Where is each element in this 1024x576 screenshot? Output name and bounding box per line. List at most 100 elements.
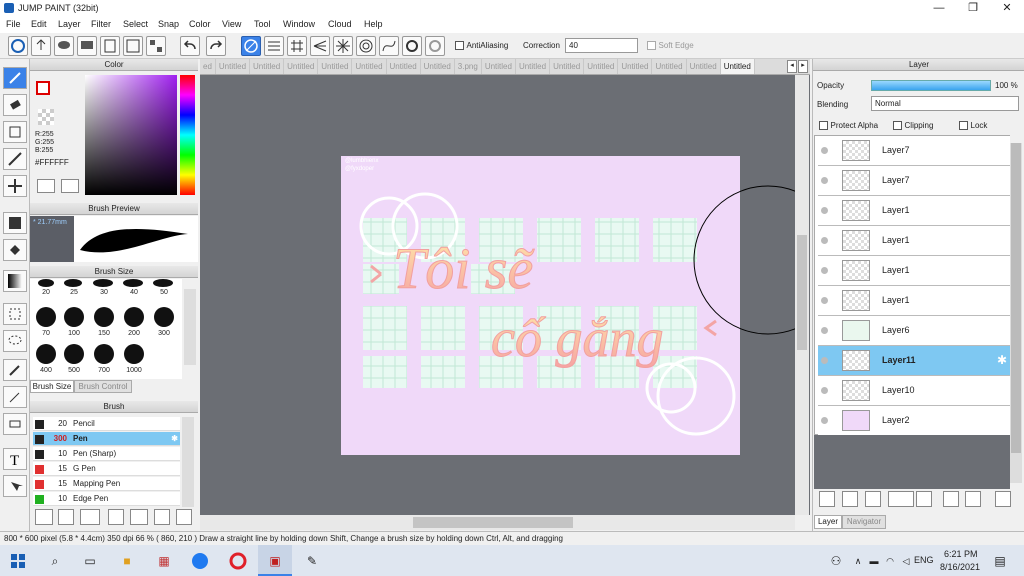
layer-row-selected[interactable]: Layer11 ✱ [818, 346, 1010, 376]
layer-row[interactable]: Layer1 [818, 286, 1010, 316]
layer-visibility-icon[interactable] [821, 297, 828, 304]
tab-document[interactable]: Untitled [482, 59, 516, 74]
tab-document-active[interactable]: Untitled [720, 59, 755, 74]
palette-icon[interactable] [37, 179, 55, 193]
lock-option[interactable]: Lock [959, 120, 987, 131]
select-eraser-tool-icon[interactable] [3, 413, 27, 435]
layer-visibility-icon[interactable] [821, 207, 828, 214]
menu-view[interactable]: View [222, 19, 241, 29]
tab-navigator[interactable]: Navigator [842, 515, 886, 529]
size-dot[interactable] [64, 279, 82, 287]
chat-icon[interactable] [54, 36, 74, 56]
tab-document[interactable]: 3.png [455, 59, 482, 74]
duplicate-layer-icon[interactable] [943, 491, 959, 507]
correction-select[interactable]: 40 [565, 38, 638, 53]
volume-icon[interactable]: ◁ [896, 551, 916, 571]
tab-scroll-right-icon[interactable]: ▸ [798, 60, 808, 73]
snap-curve-icon[interactable] [379, 36, 399, 56]
tab-document[interactable]: Untitled [687, 59, 721, 74]
size-dot[interactable] [94, 307, 114, 327]
antialias-option[interactable]: AntiAliasing [455, 40, 508, 51]
new-canvas-icon[interactable] [8, 36, 28, 56]
tab-document[interactable]: Untitled [618, 59, 653, 74]
clock-date[interactable]: 8/16/2021 [940, 562, 980, 572]
file-explorer-icon[interactable]: ■ [117, 551, 137, 571]
layer-visibility-icon[interactable] [821, 417, 828, 424]
snap-perspective-icon[interactable] [310, 36, 330, 56]
zalo-icon[interactable] [190, 551, 210, 571]
tab-document[interactable]: Untitled [387, 59, 421, 74]
undo-icon[interactable] [180, 36, 200, 56]
blending-select[interactable]: Normal [871, 96, 1019, 111]
tab-document[interactable]: Untitled [516, 59, 551, 74]
drawing-canvas[interactable]: Tôi sẽ cố gắng @lumbhienx @fyxdoper [341, 156, 740, 455]
minimize-button[interactable]: — [922, 0, 956, 17]
tab-brush-control[interactable]: Brush Control [74, 380, 132, 393]
text-tool-icon[interactable]: T [3, 448, 27, 470]
fill-rect-tool-icon[interactable] [3, 212, 27, 234]
menu-edit[interactable]: Edit [31, 19, 47, 29]
size-dot[interactable] [38, 279, 54, 287]
maximize-button[interactable]: ❐ [956, 0, 990, 17]
size-dot[interactable] [93, 279, 113, 287]
size-dot[interactable] [124, 307, 144, 327]
new-layer-8bit-icon[interactable] [842, 491, 858, 507]
menu-select[interactable]: Select [123, 19, 148, 29]
color-picker-icon[interactable] [61, 179, 79, 193]
task-view-icon[interactable]: ▭ [80, 551, 100, 571]
brush-size-scrollbar[interactable] [184, 289, 196, 365]
brush-item-pencil[interactable]: 20 Pencil [33, 417, 180, 431]
tab-document[interactable]: Untitled [284, 59, 319, 74]
close-button[interactable]: ✕ [990, 0, 1024, 17]
layer-row[interactable]: Layer7 [818, 166, 1010, 196]
brush-item-mapping-pen[interactable]: 15 Mapping Pen [33, 477, 180, 491]
gradient-tool-icon[interactable] [3, 270, 27, 292]
menu-filter[interactable]: Filter [91, 19, 111, 29]
size-dot[interactable] [94, 344, 114, 364]
save-icon[interactable] [123, 36, 143, 56]
document-icon[interactable] [100, 36, 120, 56]
layer-scroll-thumb[interactable] [1011, 143, 1021, 453]
layer-row[interactable]: Layer2 [818, 406, 1010, 436]
clock-time[interactable]: 6:21 PM [944, 549, 978, 559]
bucket-tool-icon[interactable] [3, 239, 27, 261]
new-layer-icon[interactable] [819, 491, 835, 507]
foreground-color-swatch[interactable] [36, 81, 50, 95]
snap-off-icon[interactable] [241, 36, 261, 56]
paint-icon[interactable]: ✎ [302, 551, 322, 571]
layer-visibility-icon[interactable] [821, 147, 828, 154]
menu-color[interactable]: Color [189, 19, 211, 29]
canvas-horizontal-scrollbar[interactable] [200, 515, 795, 530]
select-tool-icon[interactable] [3, 303, 27, 325]
tab-document[interactable]: Untitled [318, 59, 353, 74]
eraser-tool-icon[interactable] [3, 94, 27, 116]
layer-visibility-icon[interactable] [821, 177, 828, 184]
menu-tool[interactable]: Tool [254, 19, 271, 29]
menu-layer[interactable]: Layer [58, 19, 81, 29]
size-dot[interactable] [124, 344, 144, 364]
notifications-icon[interactable]: ▤ [990, 551, 1010, 571]
menu-window[interactable]: Window [283, 19, 315, 29]
size-dot[interactable] [153, 279, 173, 287]
search-icon[interactable]: ⌕ [45, 551, 65, 571]
vertical-scroll-thumb[interactable] [797, 235, 807, 350]
snap-parallel-icon[interactable] [264, 36, 284, 56]
brush-new-icon[interactable] [58, 509, 74, 525]
softedge-option[interactable]: Soft Edge [647, 40, 694, 51]
redo-icon[interactable] [206, 36, 226, 56]
brush-item-pen[interactable]: 300 Pen ✱ [33, 432, 180, 446]
layer-folder-icon[interactable] [916, 491, 932, 507]
layer-visibility-icon[interactable] [821, 387, 828, 394]
move-tool-icon[interactable] [3, 175, 27, 197]
protect-alpha-checkbox[interactable] [819, 121, 828, 131]
hand-tool-icon[interactable] [3, 475, 27, 497]
size-dot[interactable] [64, 307, 84, 327]
tab-brush-size[interactable]: Brush Size [30, 380, 74, 393]
size-dot[interactable] [36, 344, 56, 364]
layer-row[interactable]: Layer1 [818, 226, 1010, 256]
tab-document[interactable]: Untitled [584, 59, 619, 74]
people-icon[interactable]: ⚇ [826, 551, 846, 571]
line-tool-icon[interactable] [3, 148, 27, 170]
brush-item-pen-sharp[interactable]: 10 Pen (Sharp) [33, 447, 180, 461]
brush-settings-gear-icon[interactable]: ✱ [171, 432, 178, 446]
